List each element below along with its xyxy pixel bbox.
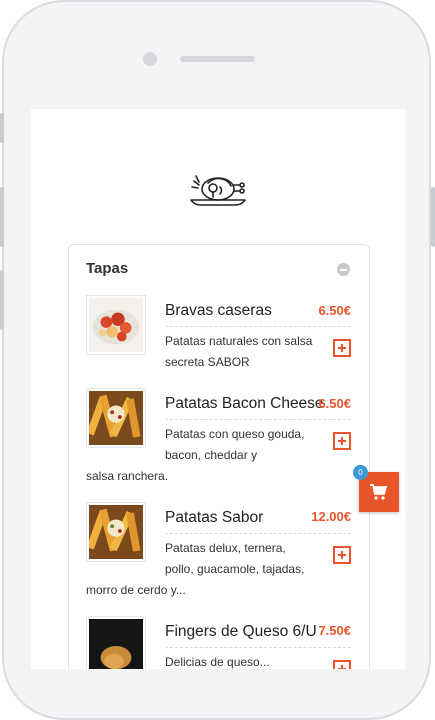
desc-line: secreta SABOR — [165, 355, 250, 369]
item-description-overflow: morro de cerdo y... — [86, 583, 186, 597]
desc-line: bacon, cheddar y — [165, 448, 258, 462]
side-button — [0, 270, 4, 330]
collapse-icon[interactable] — [337, 263, 350, 276]
item-name: Fingers de Queso 6/U — [165, 623, 317, 640]
item-image — [86, 616, 146, 669]
item-name: Patatas Bacon Cheese — [165, 395, 324, 412]
item-price: 7.50€ — [318, 623, 351, 638]
divider — [165, 326, 351, 327]
camera-icon — [143, 52, 157, 66]
desc-line: Patatas con queso gouda, — [165, 427, 305, 441]
desc-line: Patatas delux, ternera, — [165, 541, 286, 555]
add-to-cart-button[interactable] — [333, 432, 351, 450]
phone-frame: Tapas Bravas caseras 6.50€ Patatas natur… — [0, 0, 435, 720]
item-image — [86, 502, 146, 562]
item-name: Patatas Sabor — [165, 509, 264, 526]
desc-line: pollo, guacamole, tajadas, — [165, 562, 305, 576]
item-description: Patatas con queso gouda, bacon, cheddar … — [165, 424, 395, 466]
item-price: 12.00€ — [311, 509, 351, 524]
item-image — [86, 295, 146, 355]
item-image — [86, 388, 146, 448]
add-to-cart-button[interactable] — [333, 660, 351, 669]
item-description: Patatas delux, ternera, pollo, guacamole… — [165, 538, 395, 580]
section-title: Tapas — [86, 260, 129, 277]
side-button — [431, 187, 435, 247]
divider — [165, 647, 351, 648]
speaker-icon — [180, 56, 255, 62]
desc-line: Patatas naturales con salsa — [165, 334, 313, 348]
restaurant-logo-icon — [190, 175, 246, 206]
side-button — [0, 187, 4, 247]
app-screen: Tapas Bravas caseras 6.50€ Patatas natur… — [31, 109, 405, 669]
cart-count-badge: 0 — [353, 465, 368, 480]
menu-section-card: Tapas Bravas caseras 6.50€ Patatas natur… — [68, 244, 370, 669]
item-price: 6.50€ — [318, 396, 351, 411]
add-to-cart-button[interactable] — [333, 339, 351, 357]
cart-button[interactable]: 0 — [353, 465, 399, 512]
divider — [165, 533, 351, 534]
item-description: Delicias de queso... — [165, 655, 270, 669]
side-button — [0, 113, 4, 143]
add-to-cart-button[interactable] — [333, 546, 351, 564]
cart-icon — [370, 484, 388, 500]
item-description: Patatas naturales con salsa secreta SABO… — [165, 331, 395, 373]
item-price: 6.50€ — [318, 303, 351, 318]
item-name: Bravas caseras — [165, 302, 272, 319]
divider — [165, 419, 351, 420]
item-description-overflow: salsa ranchera. — [86, 469, 169, 483]
